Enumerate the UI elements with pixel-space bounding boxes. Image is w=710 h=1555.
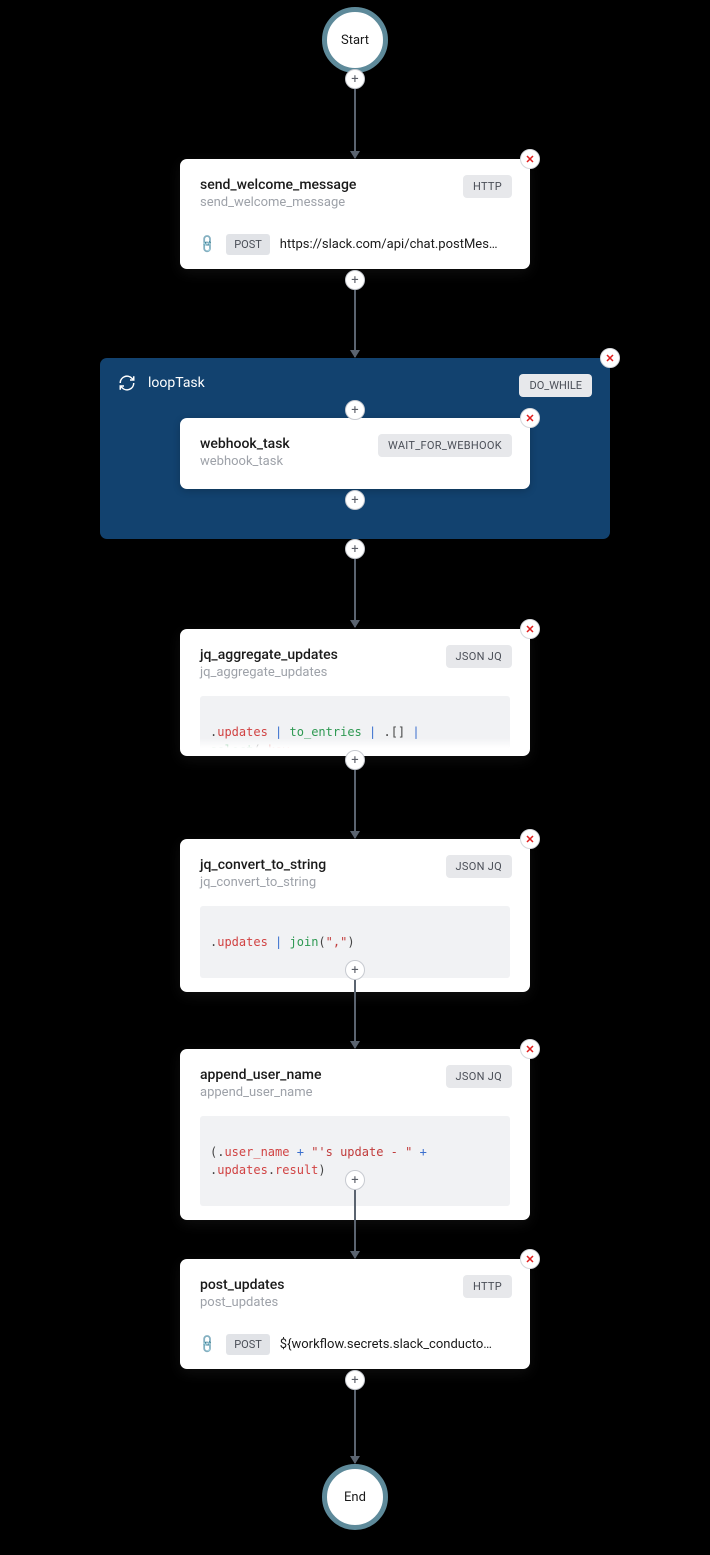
http-details: 🔗 POST ${workflow.secrets.slack_conducto… [200, 1334, 510, 1355]
close-icon[interactable]: ✕ [520, 829, 540, 849]
close-icon[interactable]: ✕ [520, 619, 540, 639]
http-method-badge: POST [226, 1334, 270, 1355]
http-details: 🔗 POST https://slack.com/api/chat.postMe… [200, 234, 510, 255]
end-node[interactable]: End [322, 1464, 388, 1530]
close-icon[interactable]: ✕ [520, 149, 540, 169]
edge [354, 1390, 356, 1463]
task-send-welcome-message[interactable]: ✕ send_welcome_message send_welcome_mess… [180, 159, 530, 269]
http-url: ${workflow.secrets.slack_conducto… [280, 1337, 510, 1352]
add-after-task[interactable]: + [345, 750, 365, 770]
close-icon[interactable]: ✕ [520, 408, 540, 428]
task-subtitle: send_welcome_message [200, 195, 510, 210]
close-icon[interactable]: ✕ [600, 348, 620, 368]
edge [354, 770, 356, 838]
task-type-badge: HTTP [463, 175, 512, 198]
edge [354, 559, 356, 627]
add-after-task[interactable]: + [345, 1170, 365, 1190]
edge [354, 89, 356, 158]
loop-icon [118, 374, 136, 392]
http-url: https://slack.com/api/chat.postMes… [280, 237, 510, 252]
loop-task-container[interactable]: ✕ loopTask DO_WHILE + ✕ webhook_task web… [100, 358, 610, 539]
add-after-task[interactable]: + [345, 270, 365, 290]
close-icon[interactable]: ✕ [520, 1039, 540, 1059]
end-label: End [344, 1490, 366, 1505]
link-icon: 🔗 [197, 233, 219, 255]
http-method-badge: POST [226, 234, 270, 255]
task-webhook[interactable]: ✕ webhook_task webhook_task WAIT_FOR_WEB… [180, 418, 530, 489]
task-type-badge: JSON JQ [446, 645, 512, 668]
task-post-updates[interactable]: ✕ post_updates post_updates HTTP 🔗 POST … [180, 1259, 530, 1369]
task-subtitle: post_updates [200, 1295, 510, 1310]
close-icon[interactable]: ✕ [520, 1249, 540, 1269]
task-type-badge: JSON JQ [446, 855, 512, 878]
task-jq-aggregate-updates[interactable]: ✕ jq_aggregate_updates jq_aggregate_upda… [180, 629, 530, 756]
jq-expression: .updates | to_entries | .[] | select(.ke… [200, 696, 510, 748]
add-loop-start[interactable]: + [345, 400, 365, 420]
task-type-badge: HTTP [463, 1275, 512, 1298]
loop-title: loopTask [148, 375, 205, 391]
start-node[interactable]: Start [322, 7, 388, 73]
add-loop-end[interactable]: + [345, 490, 365, 510]
task-type-badge: WAIT_FOR_WEBHOOK [378, 434, 512, 457]
add-after-loop[interactable]: + [345, 539, 365, 559]
task-type-badge: JSON JQ [446, 1065, 512, 1088]
link-icon: 🔗 [197, 1333, 219, 1355]
edge [354, 290, 356, 357]
start-label: Start [341, 33, 369, 48]
add-after-task[interactable]: + [345, 1370, 365, 1390]
loop-type-badge: DO_WHILE [519, 374, 592, 397]
add-after-start[interactable]: + [345, 69, 365, 89]
edge [354, 1190, 356, 1258]
edge [354, 980, 356, 1048]
add-after-task[interactable]: + [345, 960, 365, 980]
